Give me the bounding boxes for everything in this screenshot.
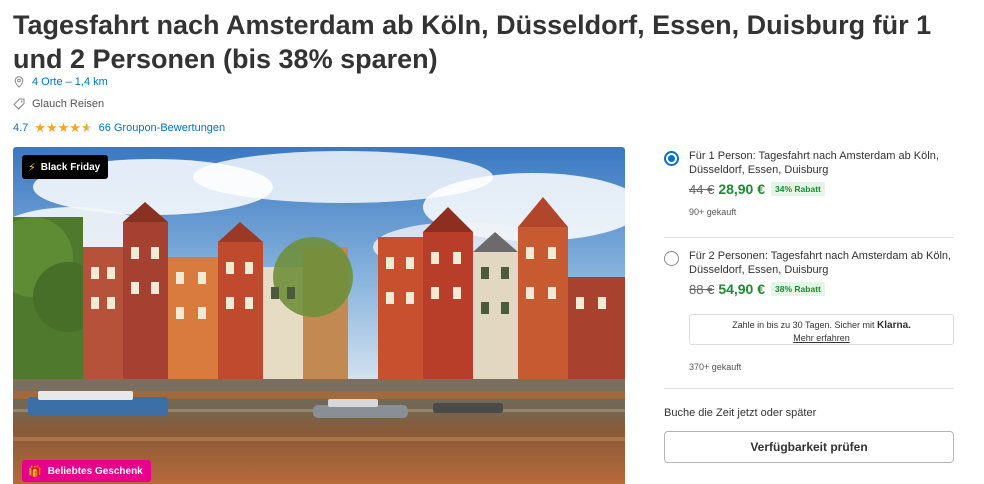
klarna-text: Zahle in bis zu 30 Tagen. Sicher mit: [732, 320, 875, 330]
location-row[interactable]: 4 Orte – 1,4 km: [13, 76, 108, 88]
reviews-link[interactable]: 66 Groupon-Bewertungen: [99, 122, 226, 134]
booking-label: Buche die Zeit jetzt oder später: [664, 407, 817, 419]
discount-badge: 38% Rabatt: [771, 282, 825, 296]
price-row: 44 € 28,90 € 34% Rabatt: [689, 181, 954, 197]
vendor-name: Glauch Reisen: [32, 98, 105, 110]
gift-icon: 🎁: [28, 465, 42, 478]
location-text[interactable]: 4 Orte – 1,4 km: [32, 76, 108, 88]
klarna-more-link[interactable]: Mehr erfahren: [690, 332, 953, 344]
klarna-info-box: Zahle in bis zu 30 Tagen. Sicher mit Kla…: [689, 314, 954, 345]
star-icon: ★: [45, 120, 58, 135]
deal-image[interactable]: [13, 147, 625, 484]
option-1-radio[interactable]: [664, 151, 679, 166]
old-price: 44 €: [689, 181, 715, 197]
old-price: 88 €: [689, 281, 715, 297]
lightning-icon: ⚡: [28, 161, 36, 174]
star-icon: ★: [34, 120, 46, 135]
deal-title: Tagesfahrt nach Amsterdam ab Köln, Düsse…: [13, 10, 932, 74]
star-rating: ★ ★ ★ ★ ★: [34, 120, 93, 135]
rating-row[interactable]: 4.7 ★ ★ ★ ★ ★ 66 Groupon-Bewertungen: [13, 120, 226, 135]
option-2-radio[interactable]: [664, 251, 679, 266]
price-row: 88 € 54,90 € 38% Rabatt: [689, 281, 954, 297]
bought-count: 370+ gekauft: [689, 362, 742, 372]
map-pin-icon: [13, 76, 25, 88]
option-title[interactable]: Für 2 Personen: Tagesfahrt nach Amsterda…: [689, 249, 954, 277]
new-price: 28,90 €: [718, 181, 766, 197]
gift-badge-label: Beliebtes Geschenk: [47, 465, 143, 477]
section-divider: [664, 388, 954, 389]
discount-badge: 34% Rabatt: [771, 182, 825, 196]
black-friday-label: Black Friday: [40, 161, 101, 173]
rating-value: 4.7: [13, 122, 29, 134]
vendor-row: Glauch Reisen: [13, 98, 104, 110]
klarna-logo: Klarna.: [877, 320, 911, 331]
star-icon: ★: [57, 120, 70, 135]
gift-badge: 🎁 Beliebtes Geschenk: [22, 460, 151, 482]
tag-icon: [13, 98, 25, 110]
bought-count: 90+ gekauft: [689, 207, 737, 217]
option-2-persons[interactable]: Für 2 Personen: Tagesfahrt nach Amsterda…: [664, 249, 954, 297]
option-divider: [664, 237, 954, 238]
star-icon: ★: [69, 120, 81, 135]
new-price: 54,90 €: [718, 281, 766, 297]
black-friday-badge: ⚡ Black Friday: [22, 155, 109, 179]
check-availability-button[interactable]: Verfügbarkeit prüfen: [664, 431, 954, 463]
option-title[interactable]: Für 1 Person: Tagesfahrt nach Amsterdam …: [689, 149, 954, 177]
option-1-person[interactable]: Für 1 Person: Tagesfahrt nach Amsterdam …: [664, 149, 954, 217]
half-star-icon: ★: [80, 120, 93, 135]
